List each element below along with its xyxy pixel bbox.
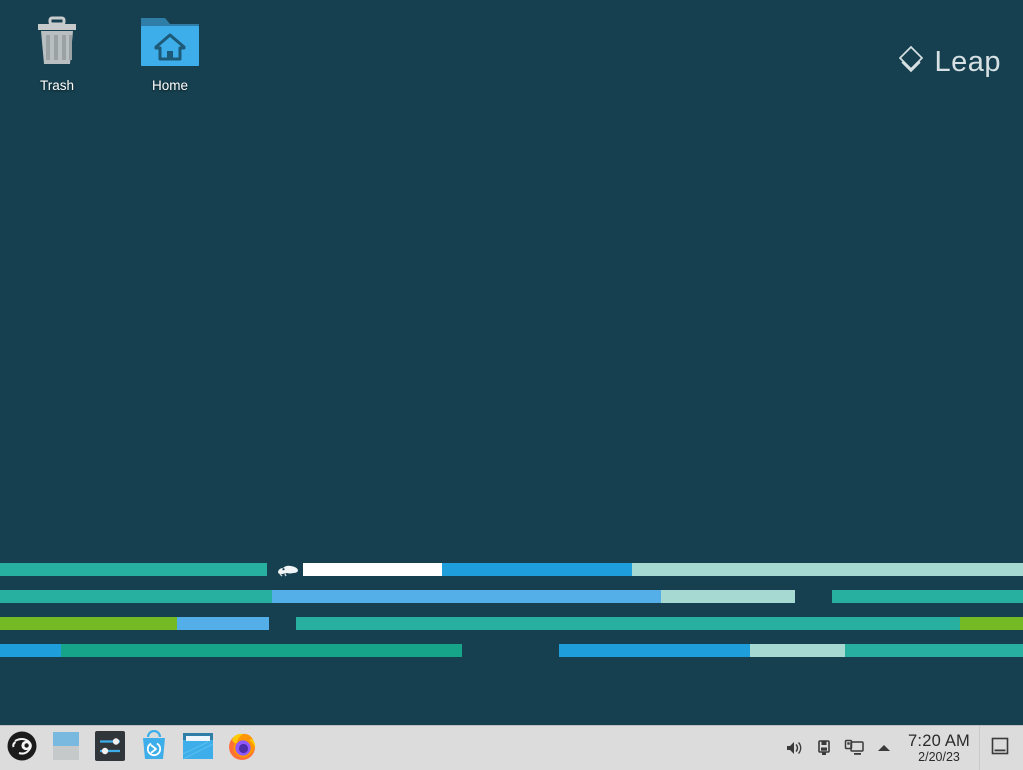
chevron-up-icon[interactable]: [869, 726, 899, 770]
geeko-chameleon-icon: [277, 563, 299, 577]
leap-branding: Leap: [897, 44, 1001, 79]
pager-button[interactable]: [44, 726, 88, 770]
system-tray: 7:20 AM 2/20/23: [779, 725, 1023, 770]
bar-pattern-segment: [0, 644, 61, 657]
bar-pattern-row: [0, 644, 1023, 657]
volume-tray-icon[interactable]: [779, 726, 809, 770]
taskbar-panel[interactable]: 7:20 AM 2/20/23: [0, 725, 1023, 770]
desktop-icon-trash[interactable]: Trash: [9, 10, 105, 94]
usb-drive-tray-icon[interactable]: [809, 726, 839, 770]
bar-pattern-row: [0, 617, 1023, 630]
show-desktop-icon: [990, 736, 1010, 761]
opensuse-bar-pattern: [0, 558, 1023, 670]
clock-date: 2/20/23: [918, 750, 960, 764]
leap-branding-text: Leap: [934, 45, 1001, 78]
bar-pattern-segment: [632, 563, 1023, 576]
clock-widget[interactable]: 7:20 AM 2/20/23: [899, 726, 979, 770]
bar-pattern-row: [0, 563, 1023, 577]
software-store-icon: [139, 729, 169, 767]
bar-pattern-segment: [0, 590, 272, 603]
file-manager-folder-icon: [182, 732, 214, 765]
bar-pattern-segment: [559, 644, 750, 657]
home-folder-icon: [122, 10, 218, 72]
leap-diamond-icon: [897, 44, 925, 79]
desktop-icon-label: Trash: [39, 78, 74, 93]
desktop-icon-label: Home: [151, 78, 188, 93]
bar-pattern-row: [0, 590, 1023, 603]
bar-pattern-segment: [442, 563, 632, 576]
bar-pattern-segment: [0, 563, 267, 576]
system-settings-button[interactable]: [88, 726, 132, 770]
bar-pattern-segment: [61, 644, 462, 657]
bar-pattern-segment: [272, 590, 661, 603]
discover-button[interactable]: [132, 726, 176, 770]
clock-time: 7:20 AM: [908, 732, 970, 750]
bar-pattern-segment: [845, 644, 1023, 657]
bar-pattern-segment: [960, 617, 1023, 630]
bar-pattern-segment: [0, 617, 177, 630]
bar-pattern-segment: [296, 617, 960, 630]
desktop-root[interactable]: Trash Home Leap 7:20 AM 2/20/23: [0, 0, 1023, 770]
panel-launcher-group: [0, 726, 264, 770]
settings-sliders-icon: [95, 730, 125, 766]
trash-can-icon: [9, 10, 105, 72]
show-desktop-button[interactable]: [979, 725, 1019, 770]
network-display-tray-icon[interactable]: [839, 726, 869, 770]
desktop-icon-home[interactable]: Home: [122, 10, 218, 94]
pager-icon: [53, 731, 79, 766]
panel-task-area[interactable]: [264, 726, 779, 770]
bar-pattern-segment: [750, 644, 845, 657]
bar-pattern-segment: [661, 590, 795, 603]
opensuse-geeko-icon: [6, 730, 38, 767]
bar-pattern-segment: [832, 590, 1023, 603]
firefox-icon: [226, 730, 258, 767]
dolphin-button[interactable]: [176, 726, 220, 770]
firefox-button[interactable]: [220, 726, 264, 770]
bar-pattern-segment: [303, 563, 442, 576]
application-launcher-button[interactable]: [0, 726, 44, 770]
bar-pattern-segment: [177, 617, 269, 630]
